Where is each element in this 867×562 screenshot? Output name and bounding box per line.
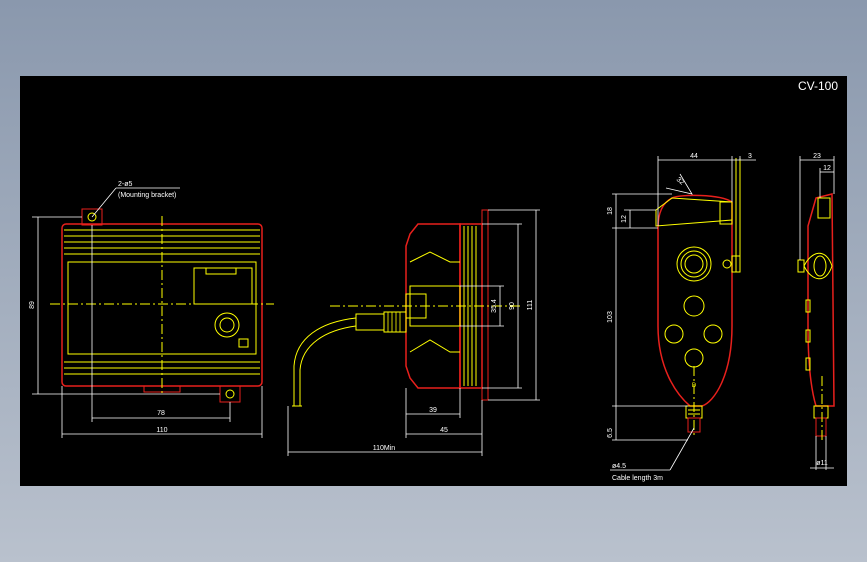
joystick-outer <box>676 246 712 282</box>
dim-pendant-length: 103 <box>607 311 614 323</box>
dim-pendant-side <box>799 156 835 470</box>
cable-line-a <box>293 317 357 406</box>
dim-pendant-bottom: 6.5 <box>607 428 614 438</box>
front-dial-inner <box>219 317 235 333</box>
dim-cable-label: 110Min <box>373 445 396 452</box>
front-led <box>238 338 249 348</box>
cable-nut-knurl <box>387 312 401 332</box>
drawing-title: CV-100 <box>798 79 838 93</box>
pendant-side-view: 23 12 ø11 <box>797 153 835 470</box>
button-right <box>703 324 723 344</box>
dim-b-label: 45 <box>440 427 448 434</box>
dim-pendant-tab: 3 <box>748 153 752 160</box>
dim-pendant-left <box>612 193 688 441</box>
pendant-side-joystick-knob <box>813 255 827 277</box>
dim-pendant-side-sub: 12 <box>823 165 831 172</box>
side-chevron-bottom <box>409 339 460 353</box>
dim-a-label: 39 <box>429 407 437 414</box>
front-dial <box>214 312 240 338</box>
display-window <box>193 267 253 305</box>
display-tab <box>205 267 237 275</box>
dim-pendant-base: ø11 <box>816 460 828 467</box>
bracket-note-1: 2-ø5 <box>118 181 133 188</box>
side-view: 35.4 90 111 39 45 110Min <box>287 209 540 456</box>
dim-inner-label: 35.4 <box>491 299 498 313</box>
dim-height <box>32 216 220 395</box>
pendant-side-relief <box>813 405 829 419</box>
dim-height-label: 89 <box>29 301 36 309</box>
cable-plug <box>355 313 385 331</box>
dim-width-label: 110 <box>156 427 167 434</box>
pendant-side-switch <box>797 259 805 273</box>
dim-pendant-sub-label: 12 <box>621 215 628 223</box>
dim-outer-label: 111 <box>527 300 534 311</box>
cable-line-b <box>299 325 357 406</box>
dim-pendant-width: 44 <box>690 153 698 160</box>
front-view: 2-ø5 (Mounting bracket) 89 78 110 <box>29 181 274 438</box>
drawing-sheet: CV-100 2-ø5 (Mounting bracket) 89 78 110… <box>20 76 847 486</box>
button-bottom <box>684 348 704 368</box>
cable-nut <box>383 311 407 333</box>
dim-mid-label: 90 <box>509 302 516 310</box>
pendant-side-body <box>807 193 835 407</box>
dim-pendant-top <box>657 156 756 226</box>
side-bracket <box>481 209 489 401</box>
dim-pendant-top-label: 18 <box>607 207 614 215</box>
pendant-view: D 44 3 32 18 12 <box>607 153 756 482</box>
dim-holes-label: 78 <box>157 410 165 417</box>
pendant-side-top <box>817 197 831 219</box>
mounting-tab-bottom <box>219 385 241 403</box>
side-chevron-top <box>409 251 460 263</box>
cable-note-2: Cable length 3m <box>612 475 663 482</box>
cable-note-1: ø4.5 <box>612 463 626 470</box>
mount-hole-bottom <box>225 389 235 399</box>
cable-leader <box>669 427 695 471</box>
bracket-note-2: (Mounting bracket) <box>118 192 176 199</box>
note-leader <box>91 187 117 218</box>
pendant-side-cable <box>815 417 827 437</box>
cad-drawing: CV-100 2-ø5 (Mounting bracket) 89 78 110… <box>29 79 838 482</box>
joystick-knob <box>684 254 704 274</box>
dim-pendant-depth: 23 <box>813 153 821 160</box>
dim-angle-label: 32 <box>675 176 686 186</box>
pendant-small-button <box>722 259 732 269</box>
button-top <box>683 295 705 317</box>
button-left <box>664 324 684 344</box>
pendant-body <box>657 194 733 407</box>
